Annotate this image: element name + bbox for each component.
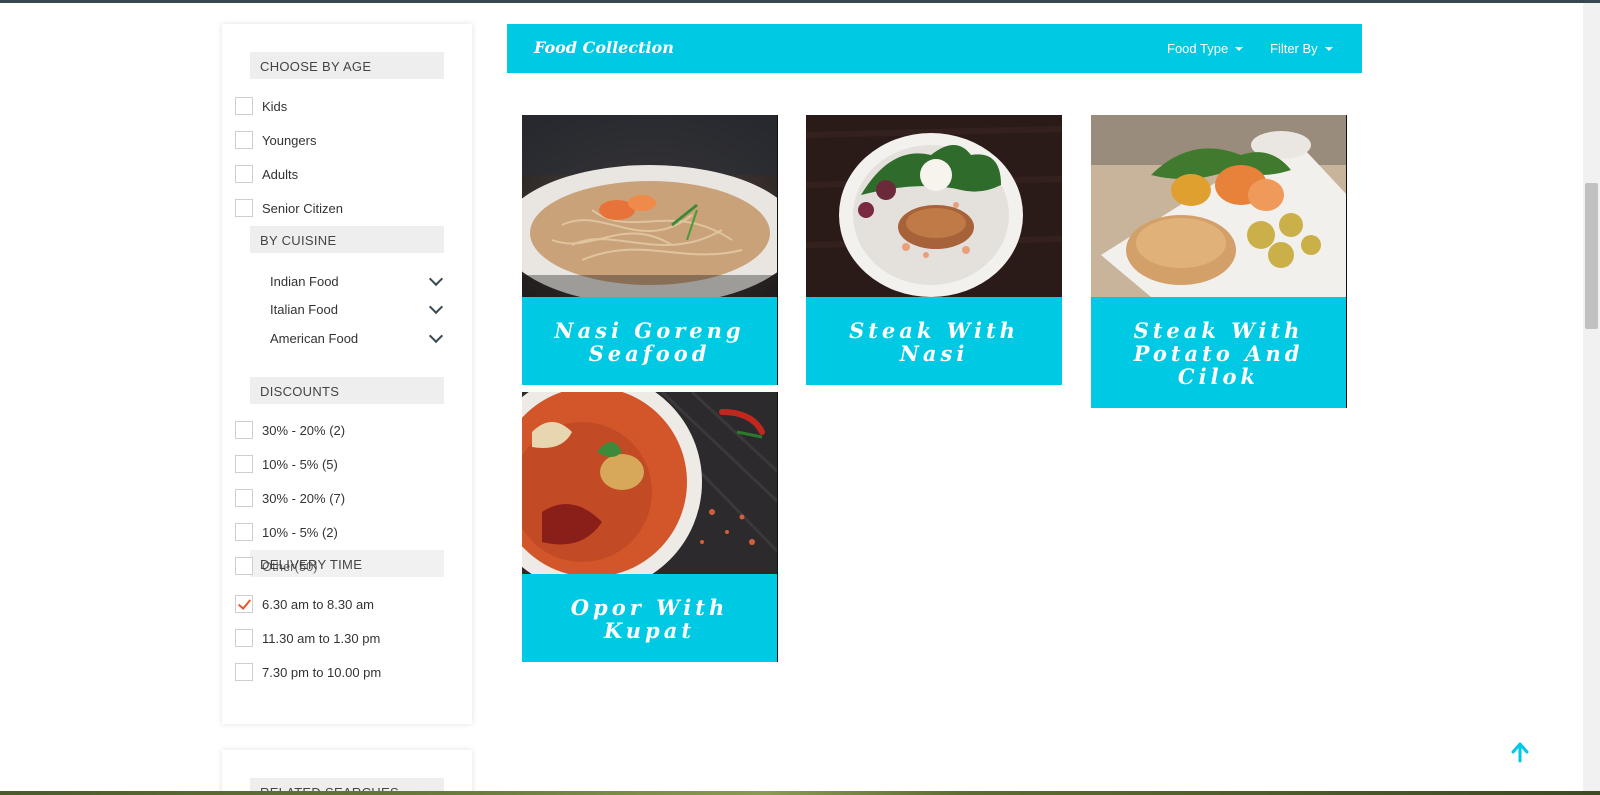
arrow-up-icon bbox=[1511, 742, 1529, 763]
checkbox[interactable] bbox=[235, 523, 253, 541]
food-card[interactable]: Steak With Potato And Cilok bbox=[1091, 115, 1347, 408]
checkbox[interactable] bbox=[235, 199, 253, 217]
collection-header: Food Collection Food Type Filter By bbox=[507, 24, 1362, 73]
food-photo-curry bbox=[522, 392, 778, 574]
food-photo-noodles bbox=[522, 115, 778, 297]
chevron-down-icon[interactable] bbox=[428, 328, 444, 343]
bottom-image-strip bbox=[0, 791, 1600, 795]
section-title-age: CHOOSE BY AGE bbox=[250, 52, 444, 79]
filter-age-youngers[interactable]: Youngers bbox=[235, 130, 316, 150]
food-card[interactable]: Steak With Nasi bbox=[806, 115, 1062, 385]
filter-age-adults[interactable]: Adults bbox=[235, 164, 298, 184]
checkbox-label: Kids bbox=[262, 98, 288, 114]
caret-down-icon bbox=[1324, 46, 1333, 51]
food-card-title: Steak With Nasi bbox=[849, 318, 1019, 366]
food-card[interactable]: Nasi Goreng Seafood bbox=[522, 115, 778, 385]
checkbox-label: 10% - 5% (5) bbox=[262, 456, 338, 472]
related-searches-panel: RELATED SEARCHES bbox=[222, 750, 472, 795]
checkbox[interactable] bbox=[235, 489, 253, 507]
food-card-title: Nasi Goreng Seafood bbox=[554, 318, 745, 366]
dropdown-label: Filter By bbox=[1270, 41, 1318, 56]
checkbox-label: 30% - 20% (2) bbox=[262, 422, 346, 438]
checkbox-label: 11.30 am to 1.30 pm bbox=[262, 630, 381, 646]
back-to-top-button[interactable] bbox=[1509, 741, 1531, 763]
checkbox-label: 6.30 am to 8.30 am bbox=[262, 596, 375, 612]
scrollbar[interactable] bbox=[1583, 3, 1600, 791]
filter-delivery-morning[interactable]: 6.30 am to 8.30 am bbox=[235, 594, 374, 614]
checkbox[interactable] bbox=[235, 557, 253, 575]
food-card[interactable]: Opor With Kupat bbox=[522, 392, 778, 662]
checkbox-label: Adults bbox=[262, 166, 299, 182]
cuisine-label: Indian Food bbox=[270, 273, 339, 289]
checkbox[interactable] bbox=[235, 97, 253, 115]
filter-delivery-evening[interactable]: 7.30 pm to 10.00 pm bbox=[235, 662, 381, 682]
filter-sidebar: CHOOSE BY AGE Kids Youngers Adults Senio… bbox=[222, 24, 472, 724]
food-card-title: Steak With Potato And Cilok bbox=[1133, 318, 1304, 389]
filter-delivery-noon[interactable]: 11.30 am to 1.30 pm bbox=[235, 628, 380, 648]
food-photo-steak bbox=[806, 115, 1062, 297]
filter-by-dropdown[interactable]: Filter By bbox=[1270, 41, 1333, 56]
section-title-cuisine: BY CUISINE bbox=[250, 226, 444, 253]
checkbox[interactable] bbox=[235, 629, 253, 647]
filter-age-kids[interactable]: Kids bbox=[235, 96, 287, 116]
cuisine-label: Italian Food bbox=[270, 301, 338, 317]
caret-down-icon bbox=[1235, 46, 1244, 51]
checkbox-label: Youngers bbox=[262, 132, 317, 148]
filter-discount-5[interactable]: Other(50) bbox=[235, 556, 318, 576]
filter-discount-3[interactable]: 30% - 20% (7) bbox=[235, 488, 345, 508]
checkbox-label: 7.30 pm to 10.00 pm bbox=[262, 664, 382, 680]
checkbox-label: Other(50) bbox=[262, 558, 318, 574]
scrollbar-thumb[interactable] bbox=[1585, 183, 1598, 329]
collection-title: Food Collection bbox=[534, 38, 674, 57]
filter-discount-1[interactable]: 30% - 20% (2) bbox=[235, 420, 345, 440]
checkbox-label: Senior Citizen bbox=[262, 200, 343, 216]
chevron-down-icon[interactable] bbox=[428, 271, 444, 286]
checkbox[interactable] bbox=[235, 165, 253, 183]
food-type-dropdown[interactable]: Food Type bbox=[1167, 41, 1244, 56]
section-title-discounts: DISCOUNTS bbox=[250, 377, 444, 404]
checkbox-checked[interactable] bbox=[235, 595, 253, 613]
filter-age-senior[interactable]: Senior Citizen bbox=[235, 198, 343, 218]
checkbox[interactable] bbox=[235, 421, 253, 439]
food-card-title: Opor With Kupat bbox=[570, 595, 729, 643]
cuisine-item-indian[interactable]: Indian Food bbox=[270, 271, 445, 291]
filter-discount-2[interactable]: 10% - 5% (5) bbox=[235, 454, 338, 474]
checkbox-label: 10% - 5% (2) bbox=[262, 524, 338, 540]
checkbox[interactable] bbox=[235, 663, 253, 681]
checkbox[interactable] bbox=[235, 455, 253, 473]
chevron-down-icon[interactable] bbox=[428, 299, 444, 314]
top-border bbox=[0, 0, 1600, 3]
food-photo-salmon bbox=[1091, 115, 1347, 297]
checkbox-label: 30% - 20% (7) bbox=[262, 490, 346, 506]
cuisine-item-american[interactable]: American Food bbox=[270, 328, 445, 348]
checkbox[interactable] bbox=[235, 131, 253, 149]
cuisine-item-italian[interactable]: Italian Food bbox=[270, 299, 445, 319]
dropdown-label: Food Type bbox=[1167, 41, 1229, 56]
filter-discount-4[interactable]: 10% - 5% (2) bbox=[235, 522, 338, 542]
cuisine-label: American Food bbox=[270, 330, 359, 346]
